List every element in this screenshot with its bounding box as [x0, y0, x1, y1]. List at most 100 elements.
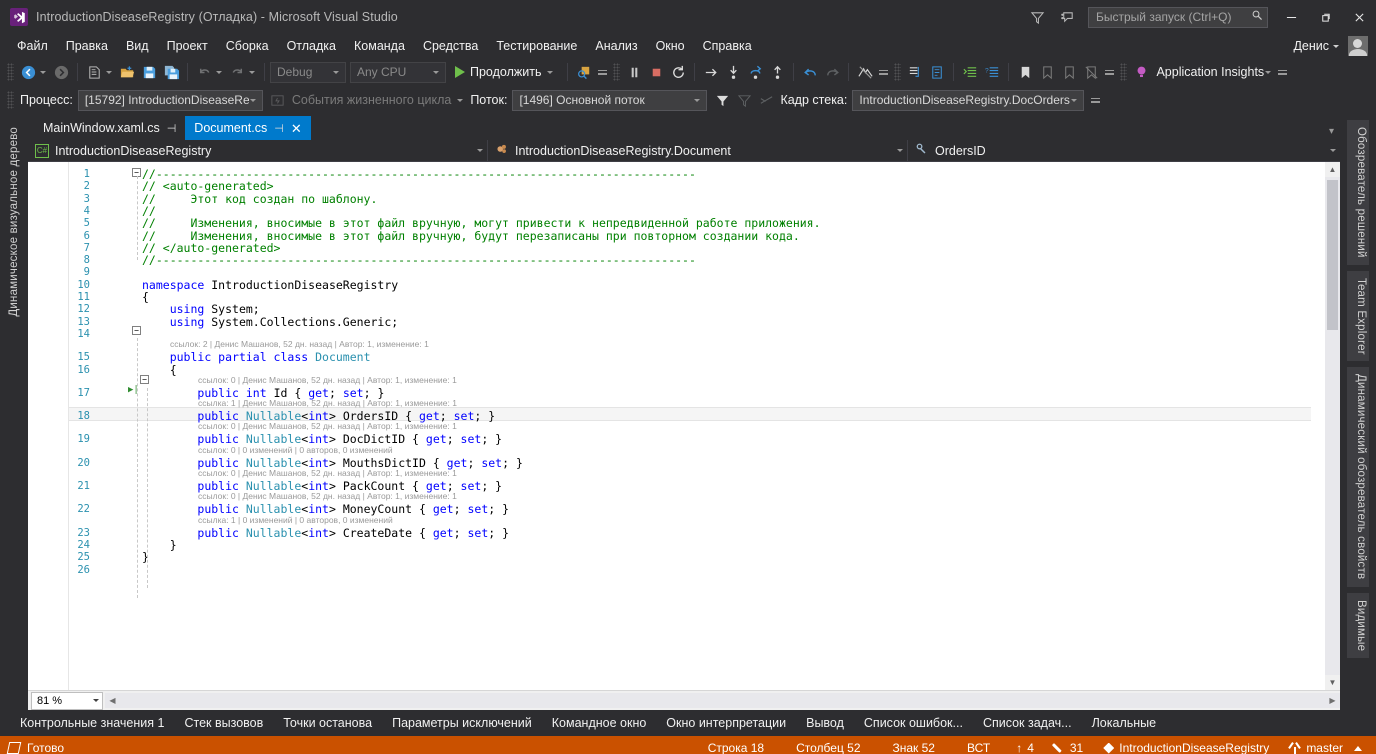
pin-icon[interactable]: ⊣ [274, 122, 284, 135]
tool-tab-autos[interactable]: Видимые [1347, 592, 1369, 658]
navigate-forward-button[interactable] [50, 61, 72, 83]
redo-button[interactable] [226, 61, 248, 83]
scroll-up-button[interactable]: ▲ [1325, 162, 1340, 177]
outlining-collapse-icon[interactable]: − [140, 375, 149, 384]
toggle-diagnostics-button[interactable] [854, 61, 876, 83]
scroll-left-button[interactable]: ◀ [105, 693, 120, 708]
chevron-down-icon[interactable] [1333, 44, 1339, 48]
close-icon[interactable]: ✕ [291, 122, 302, 135]
redo-dropdown[interactable] [249, 70, 255, 74]
menu-analyze[interactable]: Анализ [586, 37, 646, 55]
close-button[interactable] [1342, 2, 1376, 32]
menu-test[interactable]: Тестирование [487, 37, 586, 55]
tool-tab-team-explorer[interactable]: Team Explorer [1347, 270, 1369, 362]
toolbar-grip[interactable] [7, 91, 14, 109]
menu-help[interactable]: Справка [694, 37, 761, 55]
decrease-indent-button[interactable]: ? [981, 61, 1003, 83]
minimize-button[interactable] [1274, 2, 1308, 32]
menu-view[interactable]: Вид [117, 37, 158, 55]
chevron-down-icon[interactable] [547, 70, 554, 74]
save-all-button[interactable] [160, 61, 182, 83]
chevron-down-icon[interactable] [1330, 149, 1336, 152]
panel-tab-breakpoints[interactable]: Точки останова [273, 712, 382, 734]
step-back-button[interactable] [799, 61, 821, 83]
process-combo[interactable]: [15792] IntroductionDiseaseRegistr [77, 89, 263, 111]
chevron-down-icon[interactable] [1265, 70, 1272, 74]
codelens-annotation[interactable]: ссылка: 1 | Денис Машанов, 52 дн. назад … [198, 398, 457, 408]
panel-tab-locals[interactable]: Локальные [1082, 712, 1167, 734]
toolbar-grip[interactable] [613, 63, 621, 81]
panel-tab-command-window[interactable]: Командное окно [542, 712, 657, 734]
restore-button[interactable] [1308, 2, 1342, 32]
increase-indent-button[interactable] [959, 61, 981, 83]
panel-tab-watch-1[interactable]: Контрольные значения 1 [10, 712, 174, 734]
panel-tab-error-list[interactable]: Список ошибок... [854, 712, 973, 734]
scroll-right-button[interactable]: ▶ [1325, 693, 1340, 708]
clear-bookmarks-button[interactable] [1080, 61, 1102, 83]
navbar-member-combo[interactable]: OrdersID [908, 140, 1340, 162]
scrollbar-thumb[interactable] [1327, 180, 1338, 330]
step-forward-button[interactable] [821, 61, 843, 83]
status-repository[interactable]: IntroductionDiseaseRegistry [1093, 741, 1279, 754]
application-insights-label[interactable]: Application Insights [1156, 65, 1264, 79]
status-unpublished-edits[interactable]: 31 [1044, 741, 1093, 754]
chevron-down-icon[interactable] [93, 699, 99, 702]
editor-horizontal-scrollbar[interactable]: ◀ ▶ [105, 693, 1340, 708]
show-only-flagged-button[interactable] [755, 89, 777, 111]
toggle-bookmark-button[interactable] [1014, 61, 1036, 83]
account-name[interactable]: Денис [1293, 39, 1329, 53]
chevron-down-icon[interactable] [694, 98, 701, 102]
chevron-down-icon[interactable] [477, 149, 483, 152]
save-button[interactable] [138, 61, 160, 83]
overflow-chevron-icon[interactable] [1105, 69, 1115, 75]
zoom-level-combo[interactable]: 81 % [31, 691, 103, 710]
codelens-annotation[interactable]: ссылок: 0 | Денис Машанов, 52 дн. назад … [198, 375, 457, 385]
break-all-button[interactable] [623, 61, 645, 83]
code-editor[interactable]: 1 //-------------------------------------… [28, 162, 1340, 690]
scroll-down-button[interactable]: ▼ [1325, 675, 1340, 690]
thread-combo[interactable]: [1496] Основной поток [512, 89, 708, 111]
new-project-button[interactable] [83, 61, 105, 83]
run-to-cursor-button[interactable] [700, 61, 722, 83]
codelens-annotation[interactable]: ссылок: 0 | Денис Машанов, 52 дн. назад … [198, 468, 457, 478]
previous-bookmark-button[interactable] [1036, 61, 1058, 83]
toolbar-grip[interactable] [894, 63, 902, 81]
chevron-down-icon[interactable] [433, 70, 439, 74]
panel-tab-task-list[interactable]: Список задач... [973, 712, 1082, 734]
codelens-annotation[interactable]: ссылок: 0 | Денис Машанов, 52 дн. назад … [198, 421, 457, 431]
code-line[interactable]: using System.Collections.Generic; [142, 315, 398, 329]
stop-debugging-button[interactable] [645, 61, 667, 83]
menu-tools[interactable]: Средства [414, 37, 487, 55]
tool-tab-live-visual-tree[interactable]: Динамическое визуальное дерево [6, 120, 22, 324]
restart-button[interactable] [667, 61, 689, 83]
step-over-button[interactable] [744, 61, 766, 83]
chevron-down-icon[interactable] [333, 70, 339, 74]
tool-tab-solution-explorer[interactable]: Обозреватель решений [1347, 120, 1369, 265]
overflow-chevron-icon[interactable] [1278, 69, 1288, 75]
solution-platform-combo[interactable]: Any CPU [350, 61, 446, 83]
intellitrace-button[interactable] [573, 61, 595, 83]
flag-thread-button[interactable] [711, 89, 733, 111]
code-surface[interactable]: 1 //-------------------------------------… [28, 162, 1325, 690]
undo-dropdown[interactable] [216, 70, 222, 74]
send-feedback-icon[interactable] [1052, 2, 1082, 32]
menu-project[interactable]: Проект [158, 37, 217, 55]
editor-vertical-scrollbar[interactable]: ▲ ▼ [1325, 162, 1340, 690]
feedback-funnel-icon[interactable] [1022, 2, 1052, 32]
pin-icon[interactable]: ⊣ [167, 122, 177, 135]
navigate-backward-button[interactable] [17, 61, 39, 83]
panel-tab-output[interactable]: Вывод [796, 712, 854, 734]
toolbar-grip[interactable] [7, 63, 14, 81]
code-line[interactable]: public Nullable<int> CreateDate { get; s… [142, 526, 509, 540]
solution-config-combo[interactable]: Debug [270, 61, 346, 83]
comment-selection-button[interactable] [926, 61, 948, 83]
menu-team[interactable]: Команда [345, 37, 414, 55]
new-project-dropdown[interactable] [106, 70, 112, 74]
quick-launch-input[interactable] [1096, 10, 1251, 24]
status-pending-changes[interactable]: ↑ 4 [1006, 741, 1044, 754]
unflag-thread-button[interactable] [733, 89, 755, 111]
next-bookmark-button[interactable] [1058, 61, 1080, 83]
codelens-annotation[interactable]: ссылок: 2 | Денис Машанов, 52 дн. назад … [170, 339, 429, 349]
chevron-down-icon[interactable] [249, 98, 256, 102]
code-line[interactable]: //--------------------------------------… [142, 253, 696, 267]
